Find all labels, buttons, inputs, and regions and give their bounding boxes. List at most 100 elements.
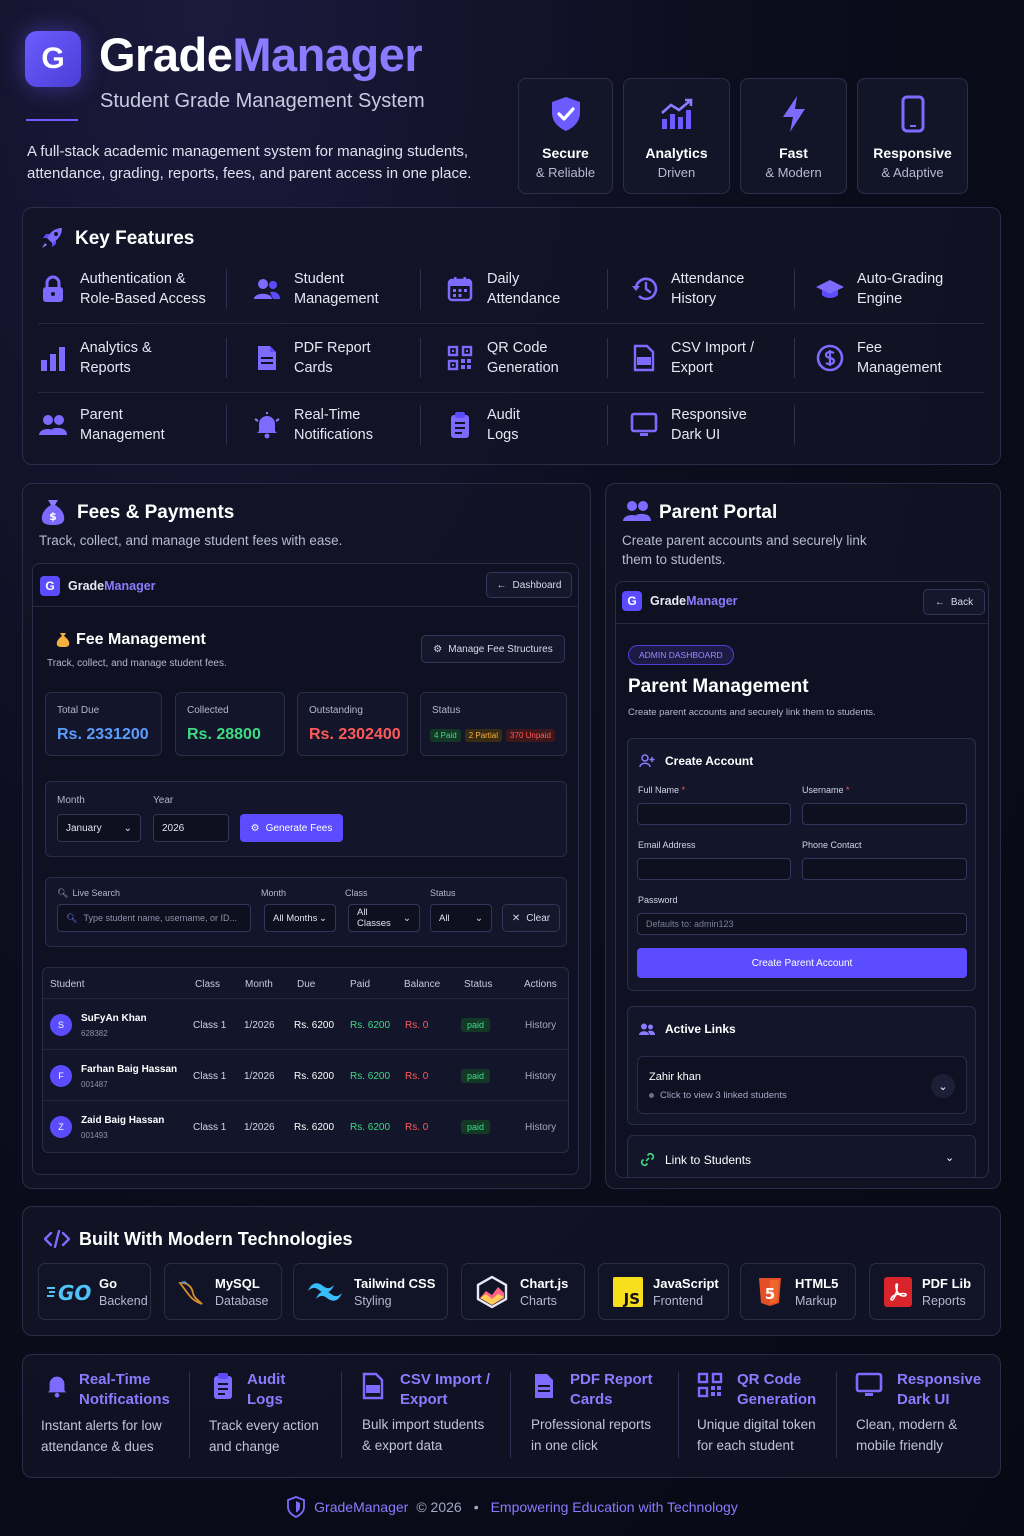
history-link[interactable]: History [525,1020,556,1031]
divider [794,338,795,378]
javascript-logo-icon: JS [613,1276,643,1307]
year-input[interactable]: 2026 [153,814,229,842]
dashboard-button[interactable]: ← Dashboard [486,572,572,598]
fee-management-heading: Fee Management [56,631,206,649]
dot-icon [649,1093,654,1098]
fees-app-brand: G GradeManager [40,576,156,596]
search-icon: 🔍︎ [57,888,69,898]
html5-logo-icon: 5 [757,1277,785,1307]
clear-filters-button[interactable]: ✕ Clear [502,904,560,932]
qr-code-icon [445,345,475,371]
divider [38,392,984,393]
create-account-header: Create Account [639,754,753,768]
divider [420,338,421,378]
avatar: F [50,1065,72,1087]
filter-month-label: Month [261,888,287,898]
table-row[interactable]: F Farhan Baig Hassan 001487 Class 1 1/20… [43,1050,568,1101]
admin-dashboard-badge: ADMIN DASHBOARD [628,645,734,665]
divider [794,269,795,309]
filter-class-select[interactable]: All Classes ⌄ [348,904,420,932]
feature-dark-ui: Responsive Dark UI [629,405,747,445]
live-search-label: 🔍︎ Live Search [57,888,120,898]
col-class: Class [195,979,221,990]
gear-icon: ⚙ [250,822,260,834]
chevron-down-icon[interactable]: ⌄ [931,1074,955,1098]
bolt-icon [780,95,808,133]
stat-outstanding: Outstanding Rs. 2302400 [297,692,408,756]
username-input[interactable] [802,803,967,825]
document-icon [252,344,282,372]
link-icon [640,1152,655,1167]
bar-chart-icon [38,344,68,372]
footer-brand: GradeManager [314,1499,409,1515]
tech-chartjs: Chart.js Charts [461,1263,585,1320]
badge-analytics: Analytics Driven [623,78,730,194]
parents-icon [38,414,68,436]
highlight-desc: Unique digital token for each student [697,1417,816,1453]
generate-fees-button[interactable]: ⚙ Generate Fees [240,814,343,842]
password-input[interactable]: Defaults to: admin123 [637,913,967,935]
feature-notifications: Real-Time Notifications [252,405,373,445]
phone-input[interactable] [802,858,967,880]
bell-icon [252,411,282,439]
divider [794,405,795,445]
parent-management-heading: Parent Management [628,676,809,697]
highlight-title: QR Code Generation [737,1371,817,1408]
filter-class-label: Class [345,888,368,898]
highlight-desc: Bulk import students & export data [362,1417,485,1453]
filter-status-select[interactable]: All ⌄ [430,904,492,932]
arrow-left-icon: ← [934,596,945,608]
title-underline [26,119,78,121]
chevron-down-icon[interactable]: ⌄ [945,1151,954,1164]
status-badge: paid [461,1120,491,1134]
avatar: Z [50,1116,72,1138]
fees-title: Fees & Payments [77,502,235,523]
status-badge: paid [461,1018,491,1032]
money-bag-icon: $ [40,498,66,526]
year-label: Year [153,795,174,806]
back-button[interactable]: ← Back [923,589,985,615]
table-row[interactable]: S SuFyAn Khan 628382 Class 1 1/2026 Rs. … [43,999,568,1050]
manage-fee-structures-button[interactable]: ⚙ Manage Fee Structures [421,635,565,663]
link-to-students-card[interactable]: Link to Students ⌄ [627,1135,976,1177]
divider [616,623,988,624]
footer: GradeManager © 2026 • Empowering Educati… [0,1496,1024,1518]
history-link[interactable]: History [525,1122,556,1133]
full-name-label: Full Name * [638,785,686,795]
table-row[interactable]: Z Zaid Baig Hassan 001493 Class 1 1/2026… [43,1101,568,1152]
monitor-icon [629,412,659,438]
highlight-title: PDF Report Cards [570,1371,653,1408]
filter-status-label: Status [430,888,456,898]
divider [420,405,421,445]
tech-javascript: JS JavaScript Frontend [598,1263,729,1320]
student-search-input[interactable]: 🔍︎ Type student name, username, or ID... [57,904,251,932]
feature-qr-code: QR Code Generation [445,338,559,378]
graduation-cap-icon [815,278,845,300]
tech-mysql: MySQL Database [164,1263,282,1320]
divider [226,405,227,445]
csv-file-icon [629,344,659,372]
email-input[interactable] [637,858,791,880]
month-label: Month [57,795,85,806]
full-name-input[interactable] [637,803,791,825]
divider [226,338,227,378]
month-select[interactable]: January ⌄ [57,814,141,842]
fees-subtitle: Track, collect, and manage student fees … [39,533,343,548]
feature-analytics: Analytics & Reports [38,338,152,378]
create-parent-account-button[interactable]: Create Parent Account [637,948,967,978]
col-balance: Balance [404,979,441,990]
footer-year: © 2026 [416,1499,462,1515]
chevron-down-icon: ⌄ [123,822,132,834]
history-link[interactable]: History [525,1071,556,1082]
monitor-icon [855,1372,883,1398]
divider [510,1372,511,1458]
filter-month-select[interactable]: All Months ⌄ [264,904,336,932]
tech-pdf-lib: PDF Lib Reports [869,1263,985,1320]
linked-parent-item[interactable]: Zahir khan Click to view 3 linked studen… [637,1056,967,1114]
code-icon [44,1230,70,1248]
svg-text:5: 5 [765,1285,775,1303]
dollar-circle-icon [815,344,845,372]
badge-responsive: Responsive & Adaptive [857,78,968,194]
app-title: GradeManager [99,28,423,81]
tech-tailwind: Tailwind CSS Styling [293,1263,448,1320]
